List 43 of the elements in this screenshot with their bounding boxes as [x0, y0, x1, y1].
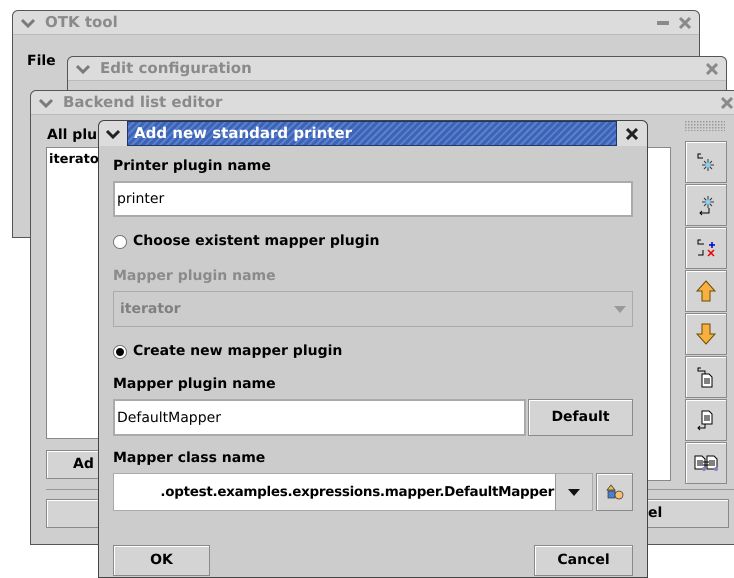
toolbar-button[interactable] — [685, 399, 727, 441]
toolbar-button[interactable] — [685, 442, 727, 484]
toolbar-button[interactable] — [685, 270, 727, 312]
dropdown-button[interactable] — [555, 474, 592, 510]
dialog-title: Add new standard printer — [134, 123, 352, 144]
up-arrow-icon — [696, 280, 716, 302]
down-arrow-icon — [696, 323, 716, 345]
minimize-icon[interactable] — [657, 20, 669, 24]
field-label: Mapper plugin name — [113, 375, 277, 394]
field-label: Printer plugin name — [113, 157, 272, 176]
field-label: Mapper plugin name — [113, 267, 277, 286]
dropdown-arrow-icon — [568, 488, 580, 496]
dropdown-arrow-icon — [614, 306, 626, 312]
window-title: OTK tool — [45, 12, 118, 34]
radio-button[interactable] — [113, 234, 127, 248]
window-title: Edit configuration — [100, 58, 252, 80]
radio-button[interactable] — [113, 344, 127, 358]
toolbar-button[interactable] — [685, 141, 727, 183]
class-name-combobox[interactable]: .optest.examples.expressions.mapper.DefaultMapper — [113, 473, 593, 511]
toolbar-button[interactable] — [685, 356, 727, 398]
menu-item[interactable]: File — [27, 51, 56, 72]
chevron-icon[interactable] — [106, 128, 120, 138]
combobox-value: .optest.examples.expressions.mapper.DefaultMapper — [159, 482, 555, 502]
shapes-icon — [606, 484, 624, 500]
ok-button[interactable]: OK — [113, 545, 210, 576]
cancel-button[interactable]: Cancel — [534, 545, 633, 576]
close-icon[interactable] — [626, 128, 638, 140]
printer-name-field[interactable]: printer — [113, 181, 633, 217]
toolbar-button[interactable] — [685, 313, 727, 355]
radio-label: Create new mapper plugin — [133, 342, 342, 361]
radio-label: Choose existent mapper plugin — [133, 232, 380, 251]
grip-icon[interactable] — [685, 121, 725, 131]
default-button[interactable]: Default — [528, 399, 633, 436]
toolbar-button[interactable] — [685, 184, 727, 226]
menu-button[interactable] — [99, 121, 127, 146]
browse-button[interactable] — [596, 473, 633, 511]
list-label: All plu — [47, 126, 98, 145]
swap-documents-icon — [694, 453, 718, 473]
insert-before-icon — [695, 151, 717, 173]
window-title: Backend list editor — [63, 92, 222, 114]
replace-icon — [695, 237, 717, 259]
mapper-name-field[interactable]: DefaultMapper — [113, 399, 526, 436]
dropdown-value: iterator — [120, 300, 182, 318]
